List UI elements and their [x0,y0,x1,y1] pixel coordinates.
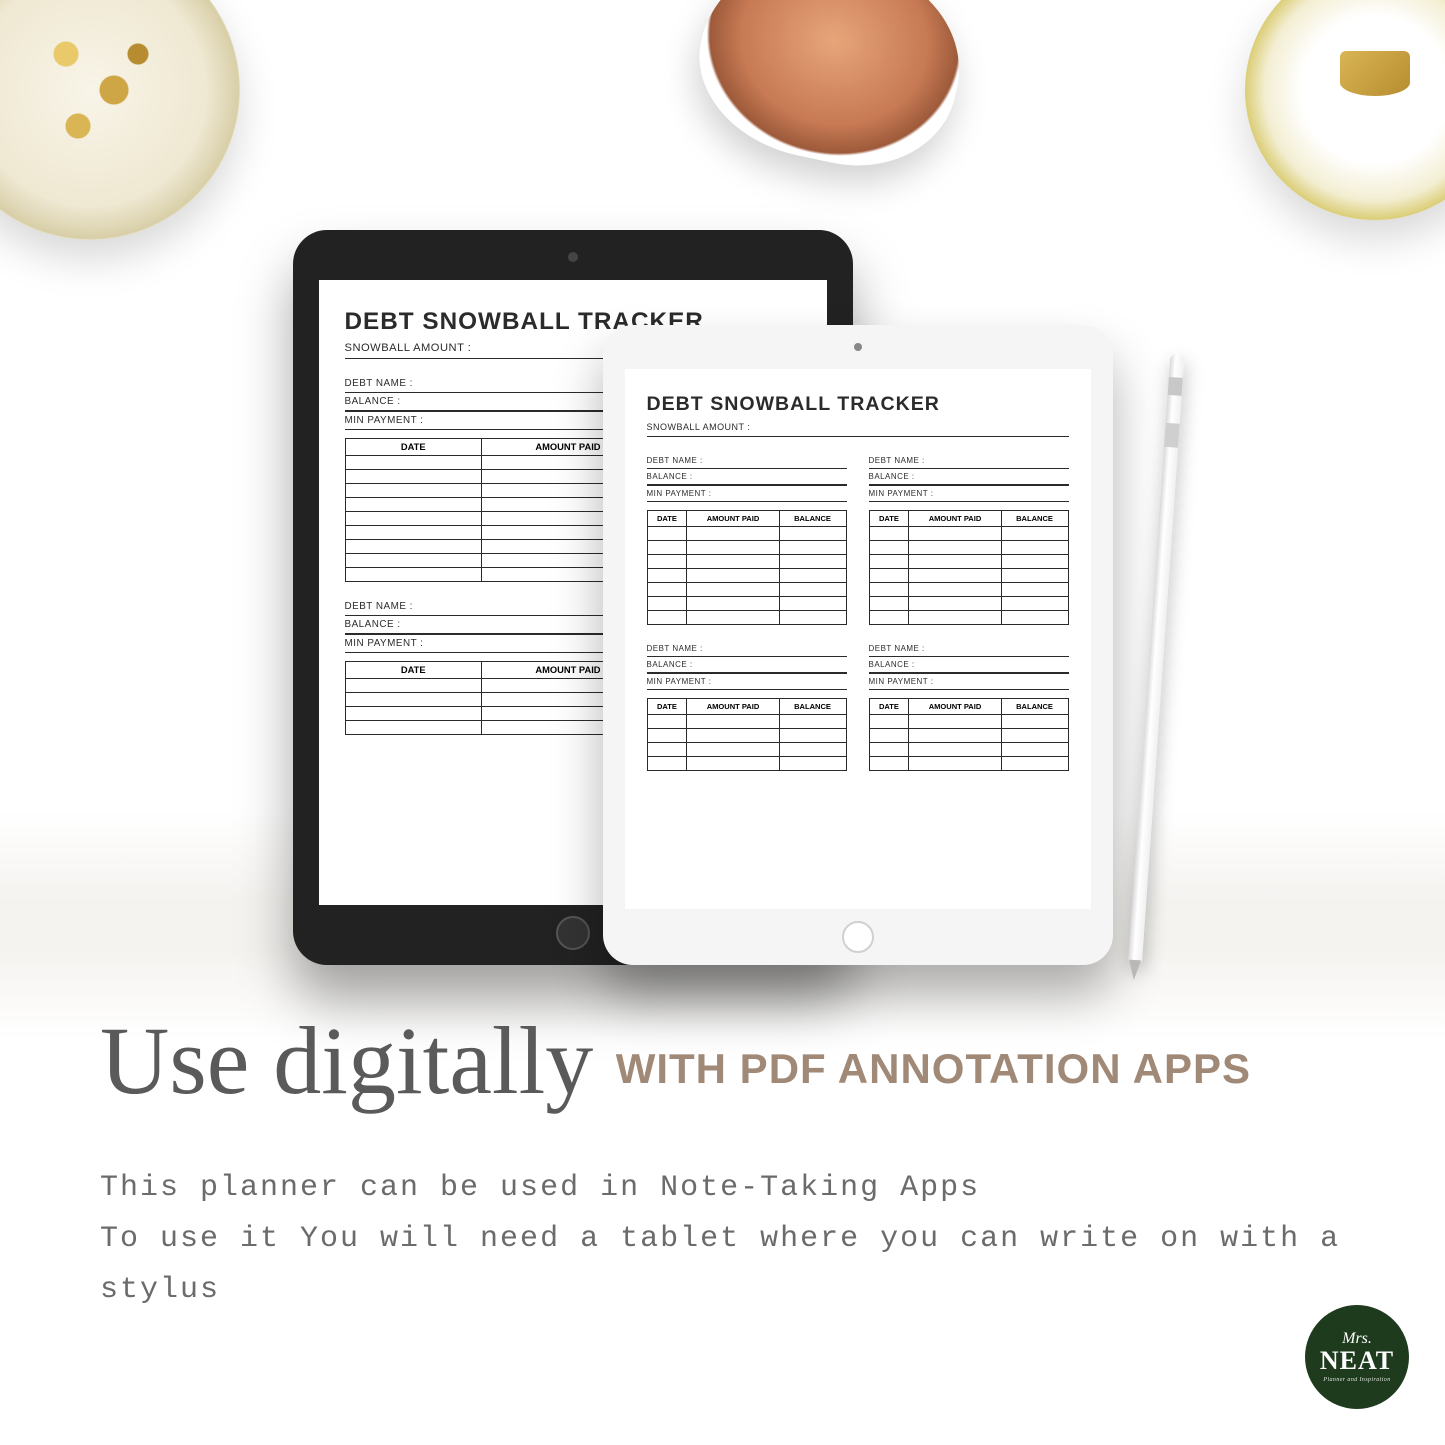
table-row [647,743,846,757]
table-row [647,729,846,743]
col-date: DATE [647,699,687,715]
col-amount-paid: AMOUNT PAID [909,511,1001,527]
col-amount-paid: AMOUNT PAID [687,511,779,527]
stylus-pencil-icon [1128,353,1185,962]
table-row [869,611,1068,625]
copper-leaf-decor [682,0,978,185]
tablet-white-screen: DEBT SNOWBALL TRACKER SNOWBALL AMOUNT : … [625,369,1091,909]
table-row [869,555,1068,569]
table-row [647,597,846,611]
debt-fields: DEBT NAME : BALANCE : MIN PAYMENT : [869,641,1069,690]
table-row [869,527,1068,541]
gold-clips-bowl [0,0,240,240]
logo-line2: NEAT [1320,1347,1394,1374]
gold-trinket-dish [1245,0,1445,220]
debt-table: DATE AMOUNT PAID BALANCE [869,510,1069,625]
debt-table: DATE AMOUNT PAID BALANCE [869,698,1069,771]
table-row [869,541,1068,555]
field-balance: BALANCE : [869,657,1069,674]
col-amount-paid: AMOUNT PAID [909,699,1001,715]
doc-title: DEBT SNOWBALL TRACKER [647,393,1069,416]
debt-fields: DEBT NAME : BALANCE : MIN PAYMENT : [647,453,847,502]
doc-subtitle: SNOWBALL AMOUNT : [647,422,1069,437]
table-row [647,569,846,583]
field-min-payment: MIN PAYMENT : [869,674,1069,690]
headline-subhead: WITH PDF ANNOTATION APPS [616,1045,1251,1093]
logo-line1: Mrs. [1342,1331,1372,1347]
field-balance: BALANCE : [647,469,847,486]
headline-copy: Use digitally WITH PDF ANNOTATION APPS T… [100,1010,1385,1316]
debt-block: DEBT NAME : BALANCE : MIN PAYMENT : DATE… [647,453,847,625]
table-row [869,743,1068,757]
table-row [869,757,1068,771]
field-balance: BALANCE : [647,657,847,674]
table-row [869,729,1068,743]
table-row [647,611,846,625]
tablet-home-button-icon [842,921,874,953]
debt-block: DEBT NAME : BALANCE : MIN PAYMENT : DATE… [647,641,847,771]
table-row [647,583,846,597]
field-min-payment: MIN PAYMENT : [647,674,847,690]
table-row [647,555,846,569]
debt-fields: DEBT NAME : BALANCE : MIN PAYMENT : [869,453,1069,502]
table-row [869,715,1068,729]
debt-fields: DEBT NAME : BALANCE : MIN PAYMENT : [647,641,847,690]
field-min-payment: MIN PAYMENT : [869,486,1069,502]
brand-logo: Mrs. NEAT Planner and Inspiration [1305,1305,1409,1409]
debt-table: DATE AMOUNT PAID BALANCE [647,510,847,625]
col-date: DATE [869,699,909,715]
table-row [647,541,846,555]
body-line: To use it You will need a tablet where y… [100,1214,1385,1316]
table-row [647,527,846,541]
debt-block-row: DEBT NAME : BALANCE : MIN PAYMENT : DATE… [647,437,1069,625]
table-row [869,569,1068,583]
logo-tagline: Planner and Inspiration [1323,1377,1390,1383]
field-balance: BALANCE : [869,469,1069,486]
col-balance: BALANCE [779,699,846,715]
tablet-white: DEBT SNOWBALL TRACKER SNOWBALL AMOUNT : … [603,325,1113,965]
headline-body: This planner can be used in Note-Taking … [100,1163,1385,1316]
col-date: DATE [345,439,482,456]
col-date: DATE [869,511,909,527]
tablet-home-button-icon [556,916,590,950]
table-row [869,583,1068,597]
table-row [647,757,846,771]
debt-block-row: DEBT NAME : BALANCE : MIN PAYMENT : DATE… [647,625,1069,771]
col-amount-paid: AMOUNT PAID [687,699,779,715]
debt-block: DEBT NAME : BALANCE : MIN PAYMENT : DATE… [869,641,1069,771]
col-date: DATE [647,511,687,527]
debt-block: DEBT NAME : BALANCE : MIN PAYMENT : DATE… [869,453,1069,625]
table-row [869,597,1068,611]
col-balance: BALANCE [1001,511,1068,527]
field-min-payment: MIN PAYMENT : [647,486,847,502]
field-debt-name: DEBT NAME : [647,641,847,657]
tablet-mockup-stage: DEBT SNOWBALL TRACKER SNOWBALL AMOUNT : … [273,230,1173,980]
field-debt-name: DEBT NAME : [647,453,847,469]
table-row [647,715,846,729]
field-debt-name: DEBT NAME : [869,453,1069,469]
debt-table: DATE AMOUNT PAID BALANCE [647,698,847,771]
body-line: This planner can be used in Note-Taking … [100,1163,1385,1214]
tablet-camera-icon [568,252,578,262]
headline-script: Use digitally [100,1020,593,1102]
col-balance: BALANCE [779,511,846,527]
col-balance: BALANCE [1001,699,1068,715]
col-date: DATE [345,662,482,679]
tablet-camera-icon [854,343,862,351]
field-debt-name: DEBT NAME : [869,641,1069,657]
